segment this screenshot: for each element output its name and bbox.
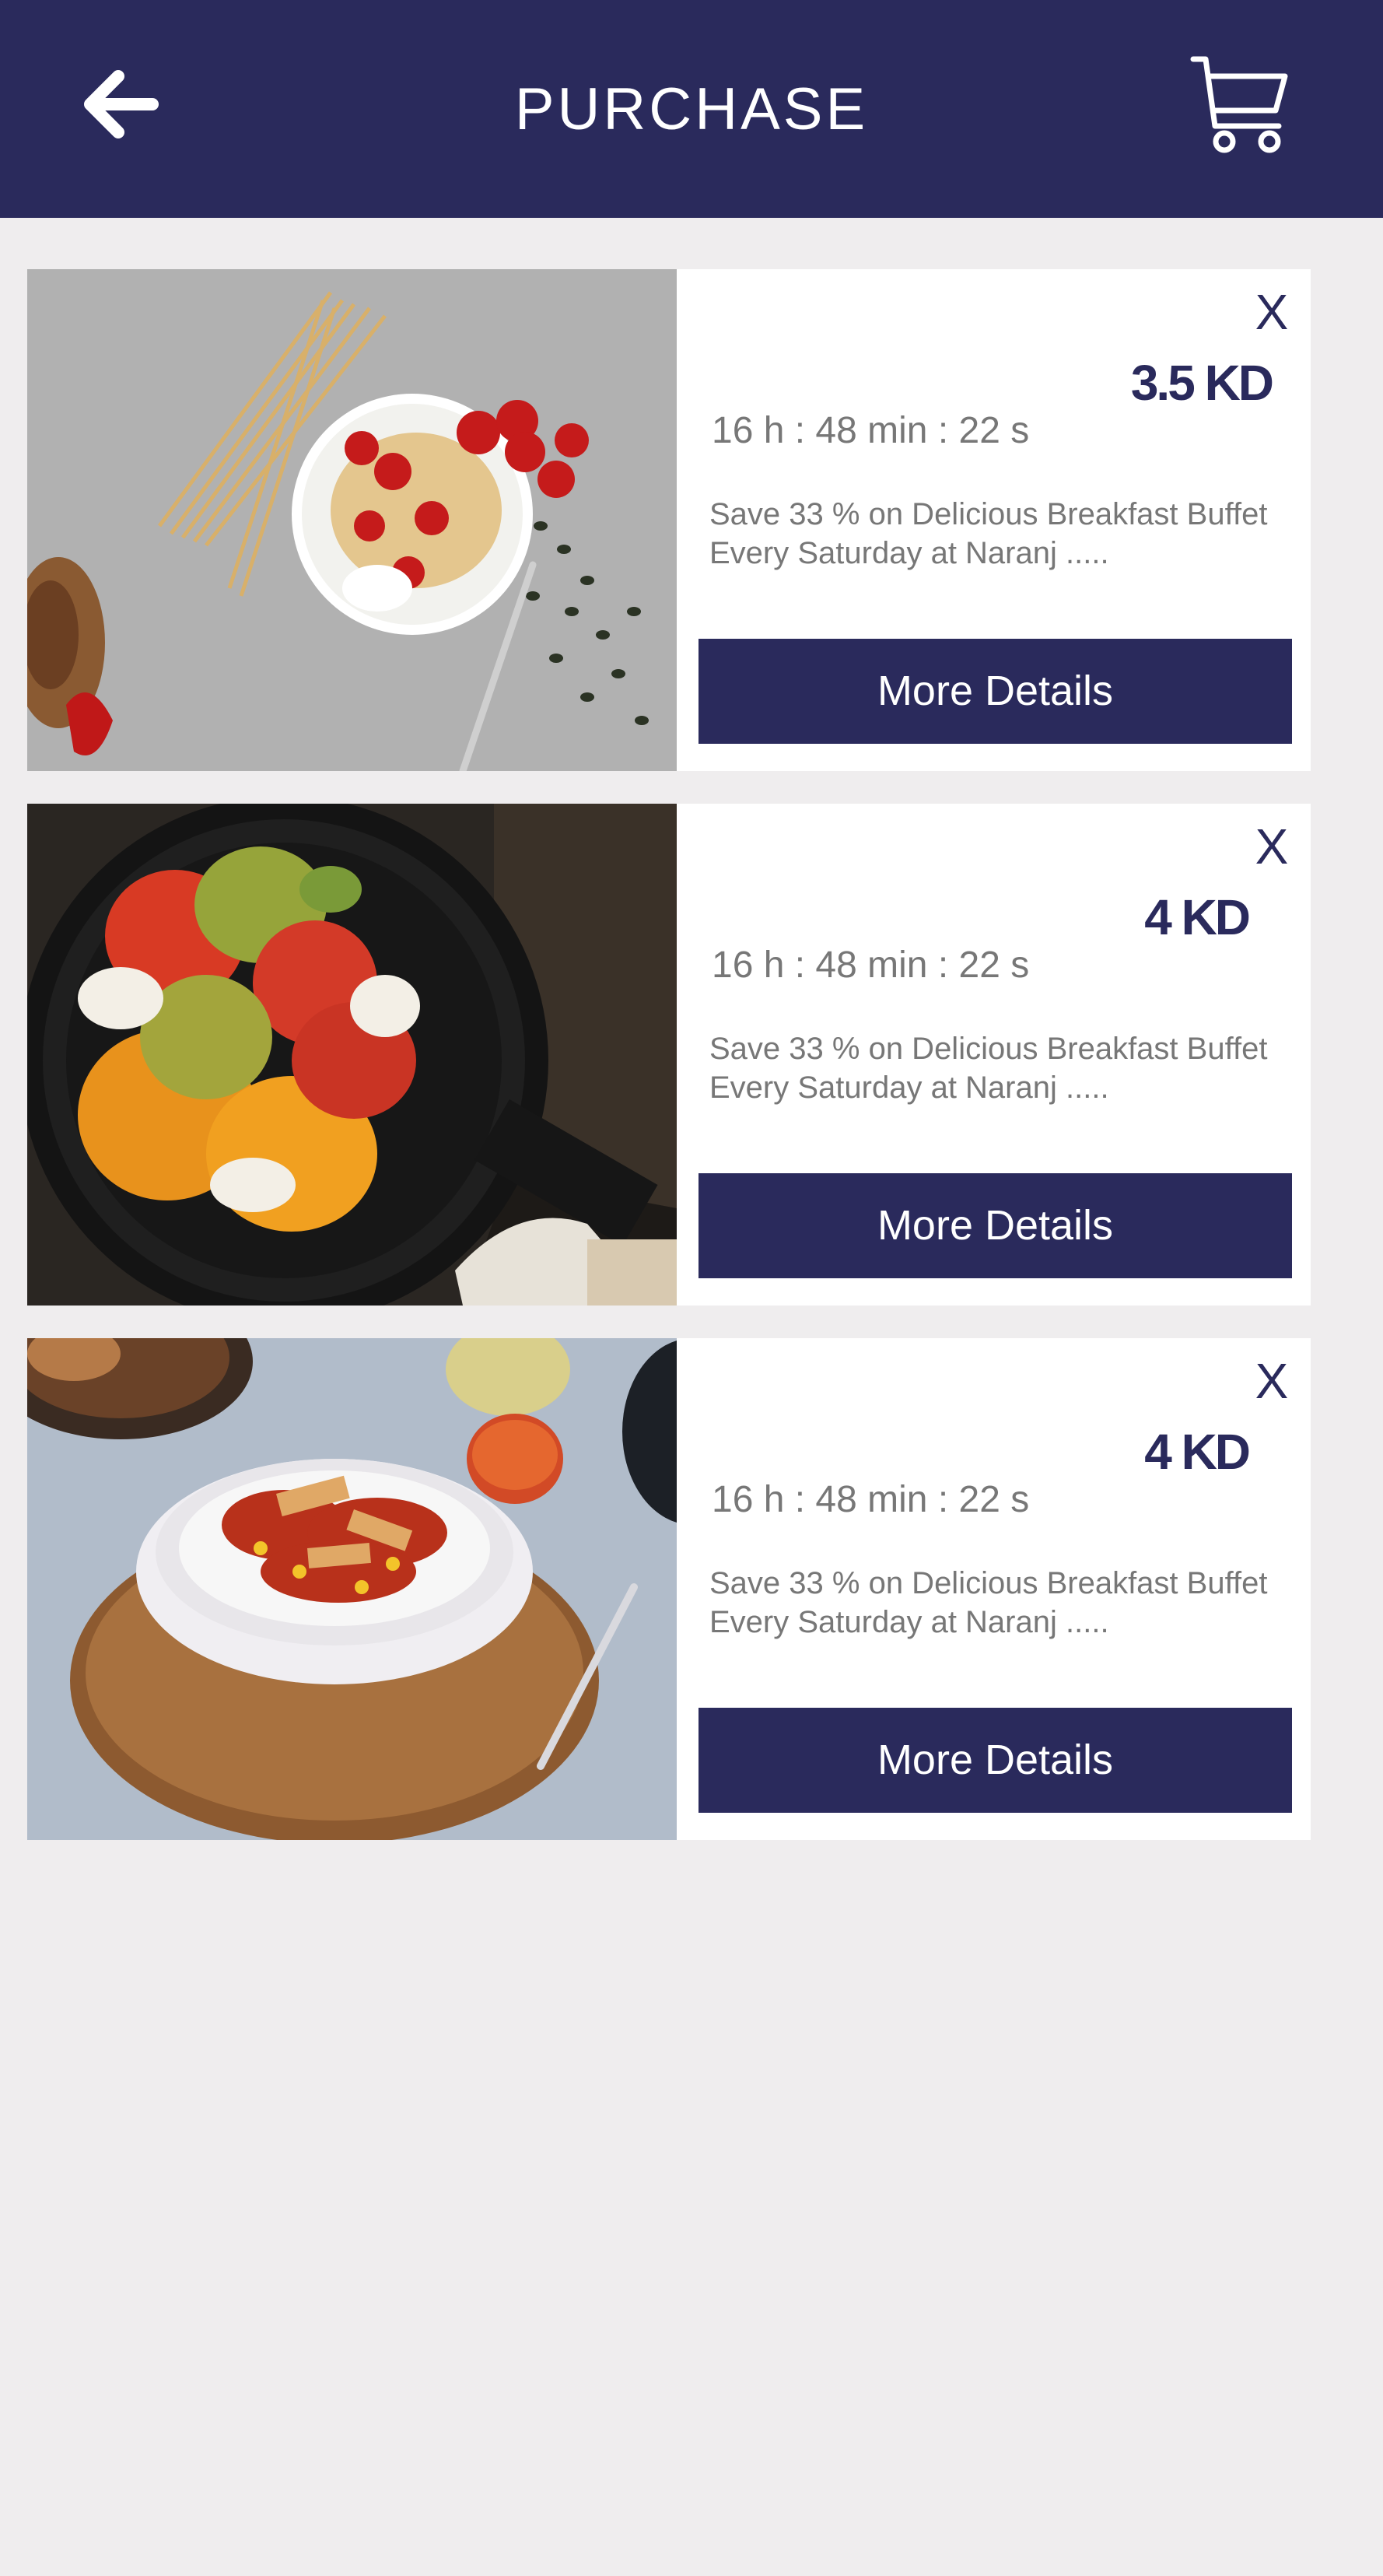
deal-card: X 4 KD 16 h : 48 min : 22 s Save 33 % on… xyxy=(27,804,1311,1306)
page-title: PURCHASE xyxy=(514,76,869,142)
close-icon[interactable]: X xyxy=(1248,1354,1295,1408)
deal-description: Save 33 % on Delicious Breakfast Buffet … xyxy=(709,1032,1268,1105)
more-details-button[interactable]: More Details xyxy=(699,639,1292,744)
countdown-timer: 16 h : 48 min : 22 s xyxy=(712,945,1030,986)
deal-price: 4 KD xyxy=(1144,1424,1251,1480)
countdown-timer: 16 h : 48 min : 22 s xyxy=(712,410,1030,451)
shopping-cart-icon xyxy=(1190,56,1288,153)
close-icon[interactable]: X xyxy=(1248,819,1295,874)
close-icon[interactable]: X xyxy=(1248,285,1295,339)
deal-image-tomato-salad[interactable] xyxy=(27,804,677,1306)
cart-button[interactable] xyxy=(1182,51,1291,160)
countdown-timer: 16 h : 48 min : 22 s xyxy=(712,1479,1030,1520)
deal-image-chicken-rice[interactable] xyxy=(27,1338,677,1840)
deal-price: 4 KD xyxy=(1144,889,1251,945)
app-header: PURCHASE xyxy=(0,0,1383,218)
deal-card: X 3.5 KD 16 h : 48 min : 22 s Save 33 % … xyxy=(27,269,1311,771)
deal-price: 3.5 KD xyxy=(1130,355,1274,411)
deal-image-pasta[interactable] xyxy=(27,269,677,771)
deal-description: Save 33 % on Delicious Breakfast Buffet … xyxy=(709,497,1268,570)
more-details-button[interactable]: More Details xyxy=(699,1708,1292,1813)
deal-card: X 4 KD 16 h : 48 min : 22 s Save 33 % on… xyxy=(27,1338,1311,1840)
more-details-button[interactable]: More Details xyxy=(699,1173,1292,1278)
deal-description: Save 33 % on Delicious Breakfast Buffet … xyxy=(709,1566,1268,1639)
